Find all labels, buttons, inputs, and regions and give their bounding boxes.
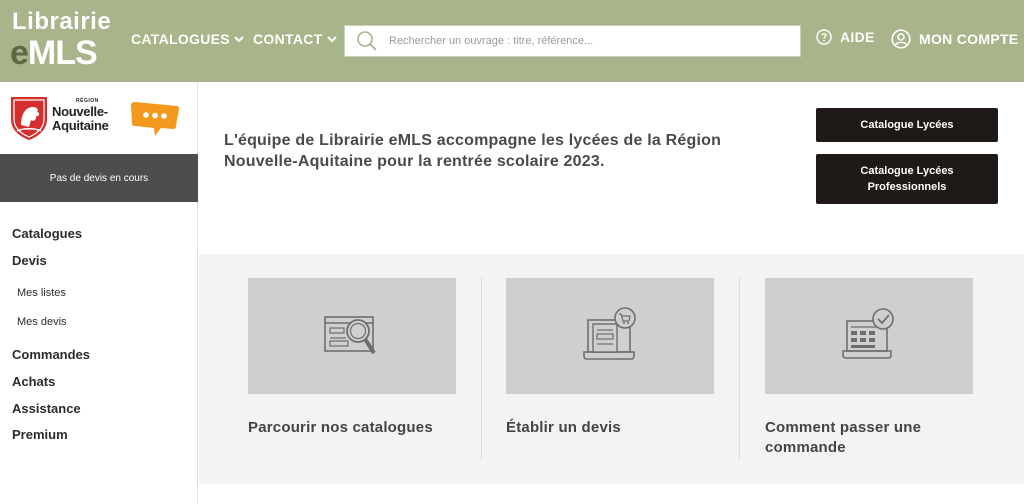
search-box (344, 25, 801, 57)
sidebar-item-mes-devis[interactable]: Mes devis (17, 316, 67, 328)
card-image (248, 278, 456, 394)
logo-e: e (10, 34, 29, 72)
chat-bubble-icon[interactable] (129, 98, 181, 138)
catalogue-lycees-pro-line1: Catalogue Lycées (860, 165, 954, 177)
sidebar-item-devis[interactable]: Devis (12, 253, 47, 268)
account-link[interactable]: MON COMPTE (891, 29, 1018, 49)
quote-cart-icon (583, 307, 636, 360)
intro-section: L'équipe de Librairie eMLS accompagne le… (199, 82, 1024, 254)
card-title: Parcourir nos catalogues (248, 419, 433, 436)
site-logo[interactable]: Librairie eMLS (10, 8, 112, 73)
help-icon (816, 29, 832, 45)
card-how-to-order[interactable]: Comment passer une commande (765, 278, 973, 458)
catalogue-lycees-button[interactable]: Catalogue Lycées (816, 108, 998, 142)
quote-status-text: Pas de devis en cours (49, 172, 149, 184)
sidebar-item-commandes[interactable]: Commandes (12, 347, 90, 362)
card-divider (739, 278, 740, 460)
catalogue-lycees-pro-label: Catalogue Lycées Professionnels (860, 163, 953, 195)
card-browse-catalogues[interactable]: Parcourir nos catalogues (248, 278, 456, 438)
help-link[interactable]: AIDE (816, 29, 875, 45)
card-quote[interactable]: Établir un devis (506, 278, 714, 438)
footer-strip (199, 484, 1024, 504)
search-icon[interactable] (345, 26, 389, 56)
search-input[interactable] (389, 35, 789, 47)
cards-section: Parcourir nos catalogues Établir un devi… (199, 254, 1024, 484)
nav-catalogues[interactable]: CATALOGUES (131, 31, 244, 47)
catalog-search-icon (324, 316, 376, 355)
card-title: Établir un devis (506, 419, 621, 436)
quote-status-bar[interactable]: Pas de devis en cours (0, 154, 198, 202)
nav-contact[interactable]: CONTACT (253, 31, 337, 47)
sidebar-item-achats[interactable]: Achats (12, 374, 55, 389)
user-icon (891, 29, 911, 49)
sidebar-item-premium[interactable]: Premium (12, 427, 68, 442)
sidebar-item-assistance[interactable]: Assistance (12, 401, 81, 416)
region-line2: Aquitaine (52, 118, 109, 133)
catalogue-lycees-label: Catalogue Lycées (860, 119, 954, 131)
sidebar-item-catalogues[interactable]: Catalogues (12, 226, 82, 241)
top-header: Librairie eMLS CATALOGUES CONTACT AIDE M… (0, 0, 1024, 82)
catalogue-lycees-pro-button[interactable]: Catalogue Lycées Professionnels (816, 154, 998, 204)
sidebar: RÉGION Nouvelle- Aquitaine Pas de devis … (0, 82, 198, 504)
intro-text: L'équipe de Librairie eMLS accompagne le… (224, 132, 722, 170)
logo-mls: MLS (27, 34, 98, 72)
nav-contact-label: CONTACT (253, 31, 323, 47)
card-title: Comment passer une commande (765, 419, 922, 456)
logo-line2: eMLS (10, 34, 98, 73)
catalogue-lycees-pro-line2: Professionnels (867, 181, 947, 193)
chevron-down-icon (234, 36, 244, 43)
card-divider (481, 278, 482, 460)
region-line1: Nouvelle- (52, 104, 108, 119)
chevron-down-icon (326, 36, 337, 43)
account-label: MON COMPTE (919, 31, 1019, 47)
order-check-icon (842, 308, 894, 359)
partner-logos: RÉGION Nouvelle- Aquitaine (0, 82, 198, 154)
sidebar-item-mes-listes[interactable]: Mes listes (17, 287, 66, 299)
card-image (506, 278, 714, 394)
region-shield-icon[interactable] (9, 95, 49, 141)
logo-line1: Librairie (12, 8, 112, 35)
nav-catalogues-label: CATALOGUES (131, 31, 230, 47)
help-label: AIDE (840, 29, 875, 45)
card-image (765, 278, 973, 394)
